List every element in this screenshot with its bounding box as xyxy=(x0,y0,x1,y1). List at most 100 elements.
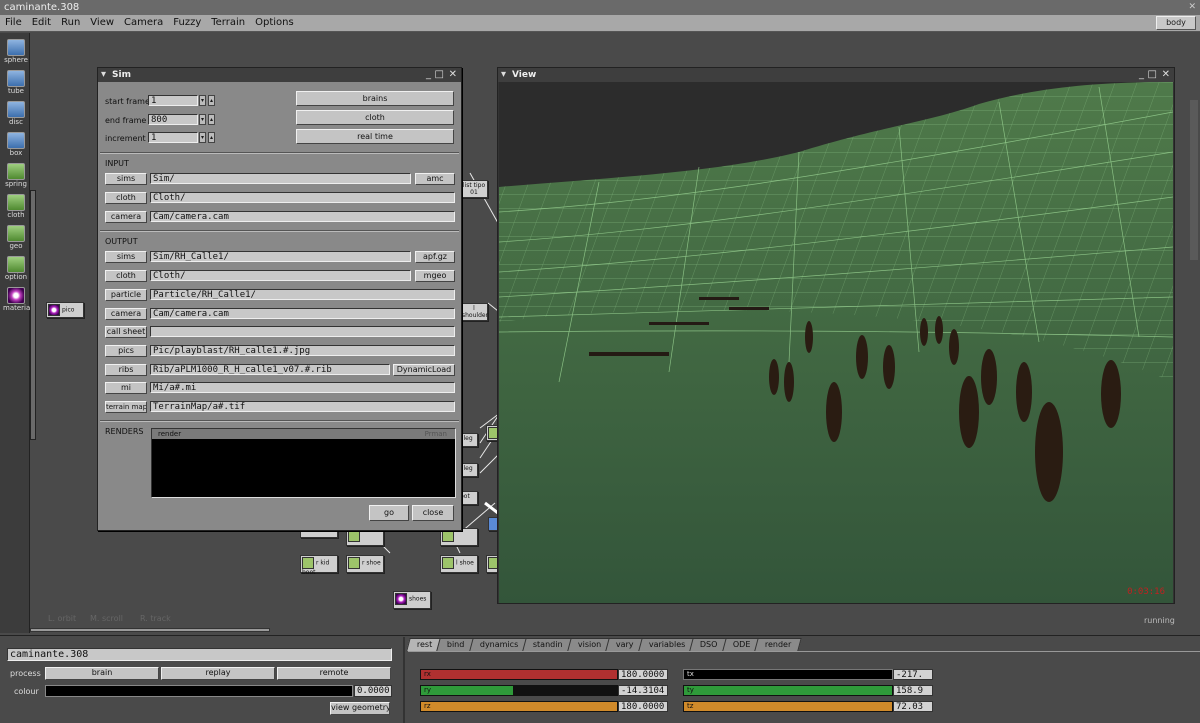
tool-sphere[interactable]: sphere xyxy=(3,39,29,69)
output-particle-button[interactable]: particle xyxy=(105,289,147,301)
close-icon[interactable]: ✕ xyxy=(1162,68,1170,82)
rz-slider[interactable]: rz xyxy=(420,701,618,712)
name-field[interactable]: caminante.308 xyxy=(7,648,392,661)
tool-tube[interactable]: tube xyxy=(3,70,29,100)
collapse-icon[interactable]: ▾ xyxy=(101,68,106,82)
minimize-icon[interactable]: _ xyxy=(426,68,431,82)
replay-button[interactable]: replay xyxy=(161,667,275,680)
output-sims-field[interactable]: Sim/RH_Calle1/ xyxy=(150,251,411,262)
increment-up-icon[interactable]: ▴ xyxy=(208,132,215,143)
window-close-icon[interactable]: ✕ xyxy=(1188,2,1196,12)
node-pico[interactable]: pico xyxy=(46,302,84,318)
cloth-button[interactable]: cloth xyxy=(296,110,454,125)
output-cloth-button[interactable]: cloth xyxy=(105,270,147,282)
terrain-map-button[interactable]: terrain map xyxy=(105,401,147,413)
increment-field[interactable]: 1 xyxy=(148,132,198,143)
increment-down-icon[interactable]: ▾ xyxy=(199,132,206,143)
output-particle-field[interactable]: Particle/RH_Calle1/ xyxy=(150,289,455,300)
menu-edit[interactable]: Edit xyxy=(27,15,56,31)
sim-title-bar[interactable]: ▾ Sim _ □ ✕ xyxy=(98,68,461,82)
maximize-icon[interactable]: □ xyxy=(435,68,444,82)
node-l-shoulder[interactable]: l shoulder xyxy=(460,303,488,321)
colour-value[interactable]: 0.0000 xyxy=(354,685,392,697)
tool-material[interactable]: material xyxy=(3,287,32,317)
input-sims-button[interactable]: sims xyxy=(105,173,147,185)
tx-slider[interactable]: tx xyxy=(683,669,893,680)
apf-gz-button[interactable]: apf.gz xyxy=(415,251,455,263)
rz-value[interactable]: 180.0000 xyxy=(618,701,668,712)
start-frame-field[interactable]: 1 xyxy=(148,95,198,106)
tool-geo[interactable]: geo xyxy=(3,225,29,255)
menu-run[interactable]: Run xyxy=(56,15,85,31)
tab-render[interactable]: render xyxy=(754,638,803,651)
start-frame-up-icon[interactable]: ▴ xyxy=(208,95,215,106)
graph-scrollbar[interactable] xyxy=(30,628,270,632)
output-camera-button[interactable]: camera xyxy=(105,308,147,320)
go-button[interactable]: go xyxy=(369,505,409,521)
brain-button[interactable]: brain xyxy=(45,667,159,680)
node-r-shoe[interactable]: r shoe xyxy=(346,555,384,573)
real-time-button[interactable]: real time xyxy=(296,129,454,144)
tool-spring[interactable]: spring xyxy=(3,163,29,193)
input-cloth-field[interactable]: Cloth/ xyxy=(150,192,455,203)
node-r-kid-boot[interactable]: r kid boot xyxy=(300,555,338,576)
output-cloth-field[interactable]: Cloth/ xyxy=(150,270,411,281)
mi-field[interactable]: Mi/a#.mi xyxy=(150,382,455,393)
3d-viewport[interactable]: 0:03:16 xyxy=(499,82,1173,603)
colour-swatch[interactable] xyxy=(45,685,353,697)
input-sims-field[interactable]: Sim/ xyxy=(150,173,411,184)
start-frame-down-icon[interactable]: ▾ xyxy=(199,95,206,106)
remote-button[interactable]: remote xyxy=(277,667,391,680)
ribs-button[interactable]: ribs xyxy=(105,364,147,376)
brains-button[interactable]: brains xyxy=(296,91,454,106)
close-button[interactable]: close xyxy=(412,505,454,521)
dynamic-load-button[interactable]: DynamicLoad xyxy=(393,364,455,376)
tab-standin[interactable]: standin xyxy=(522,638,574,651)
toolbar-scrollbar[interactable] xyxy=(30,190,36,440)
input-camera-button[interactable]: camera xyxy=(105,211,147,223)
call-sheet-field[interactable] xyxy=(150,326,455,337)
ty-value[interactable]: 158.9 xyxy=(893,685,933,696)
menu-view[interactable]: View xyxy=(85,15,119,31)
tool-box[interactable]: box xyxy=(3,132,29,162)
ty-slider[interactable]: ty xyxy=(683,685,893,696)
mi-button[interactable]: mi xyxy=(105,382,147,394)
ry-slider[interactable]: ry xyxy=(420,685,618,696)
end-frame-up-icon[interactable]: ▴ xyxy=(208,114,215,125)
close-icon[interactable]: ✕ xyxy=(449,68,457,82)
pics-button[interactable]: pics xyxy=(105,345,147,357)
tz-slider[interactable]: tz xyxy=(683,701,893,712)
amc-button[interactable]: amc xyxy=(415,173,455,185)
rx-slider[interactable]: rx xyxy=(420,669,618,680)
renders-list[interactable]: render Prman xyxy=(151,428,456,498)
pics-field[interactable]: Pic/playblast/RH_calle1.#.jpg xyxy=(150,345,455,356)
tz-value[interactable]: 72.03 xyxy=(893,701,933,712)
tx-value[interactable]: -217. xyxy=(893,669,933,680)
menu-terrain[interactable]: Terrain xyxy=(206,15,250,31)
menu-file[interactable]: File xyxy=(0,15,27,31)
collapse-icon[interactable]: ▾ xyxy=(501,68,506,82)
tool-cloth[interactable]: cloth xyxy=(3,194,29,224)
view-geometry-button[interactable]: view geometry xyxy=(330,702,390,715)
minimize-icon[interactable]: _ xyxy=(1139,68,1144,82)
mgeo-button[interactable]: mgeo xyxy=(415,270,455,282)
menu-options[interactable]: Options xyxy=(250,15,299,31)
tab-variables[interactable]: variables xyxy=(638,638,697,651)
view-title-bar[interactable]: ▾ View _ □ ✕ xyxy=(498,68,1174,82)
terrain-map-field[interactable]: TerrainMap/a#.tif xyxy=(150,401,455,412)
output-camera-field[interactable]: Cam/camera.cam xyxy=(150,308,455,319)
input-camera-field[interactable]: Cam/camera.cam xyxy=(150,211,455,222)
output-sims-button[interactable]: sims xyxy=(105,251,147,263)
ry-value[interactable]: -14.3104 xyxy=(618,685,668,696)
menu-fuzzy[interactable]: Fuzzy xyxy=(168,15,206,31)
tab-dynamics[interactable]: dynamics xyxy=(469,638,529,651)
node-l-shoe[interactable]: l shoe xyxy=(440,555,478,573)
node-shoes[interactable]: shoes xyxy=(393,591,431,609)
node-list-tipo[interactable]: list tipo 01 xyxy=(460,180,488,198)
ribs-field[interactable]: Rib/aPLM1000_R_H_calle1_v07.#.rib xyxy=(150,364,390,375)
call-sheet-button[interactable]: call sheet xyxy=(105,326,147,338)
rx-value[interactable]: 180.0000 xyxy=(618,669,668,680)
body-button[interactable]: body xyxy=(1156,16,1196,30)
tool-option[interactable]: option xyxy=(3,256,29,286)
tool-disc[interactable]: disc xyxy=(3,101,29,131)
